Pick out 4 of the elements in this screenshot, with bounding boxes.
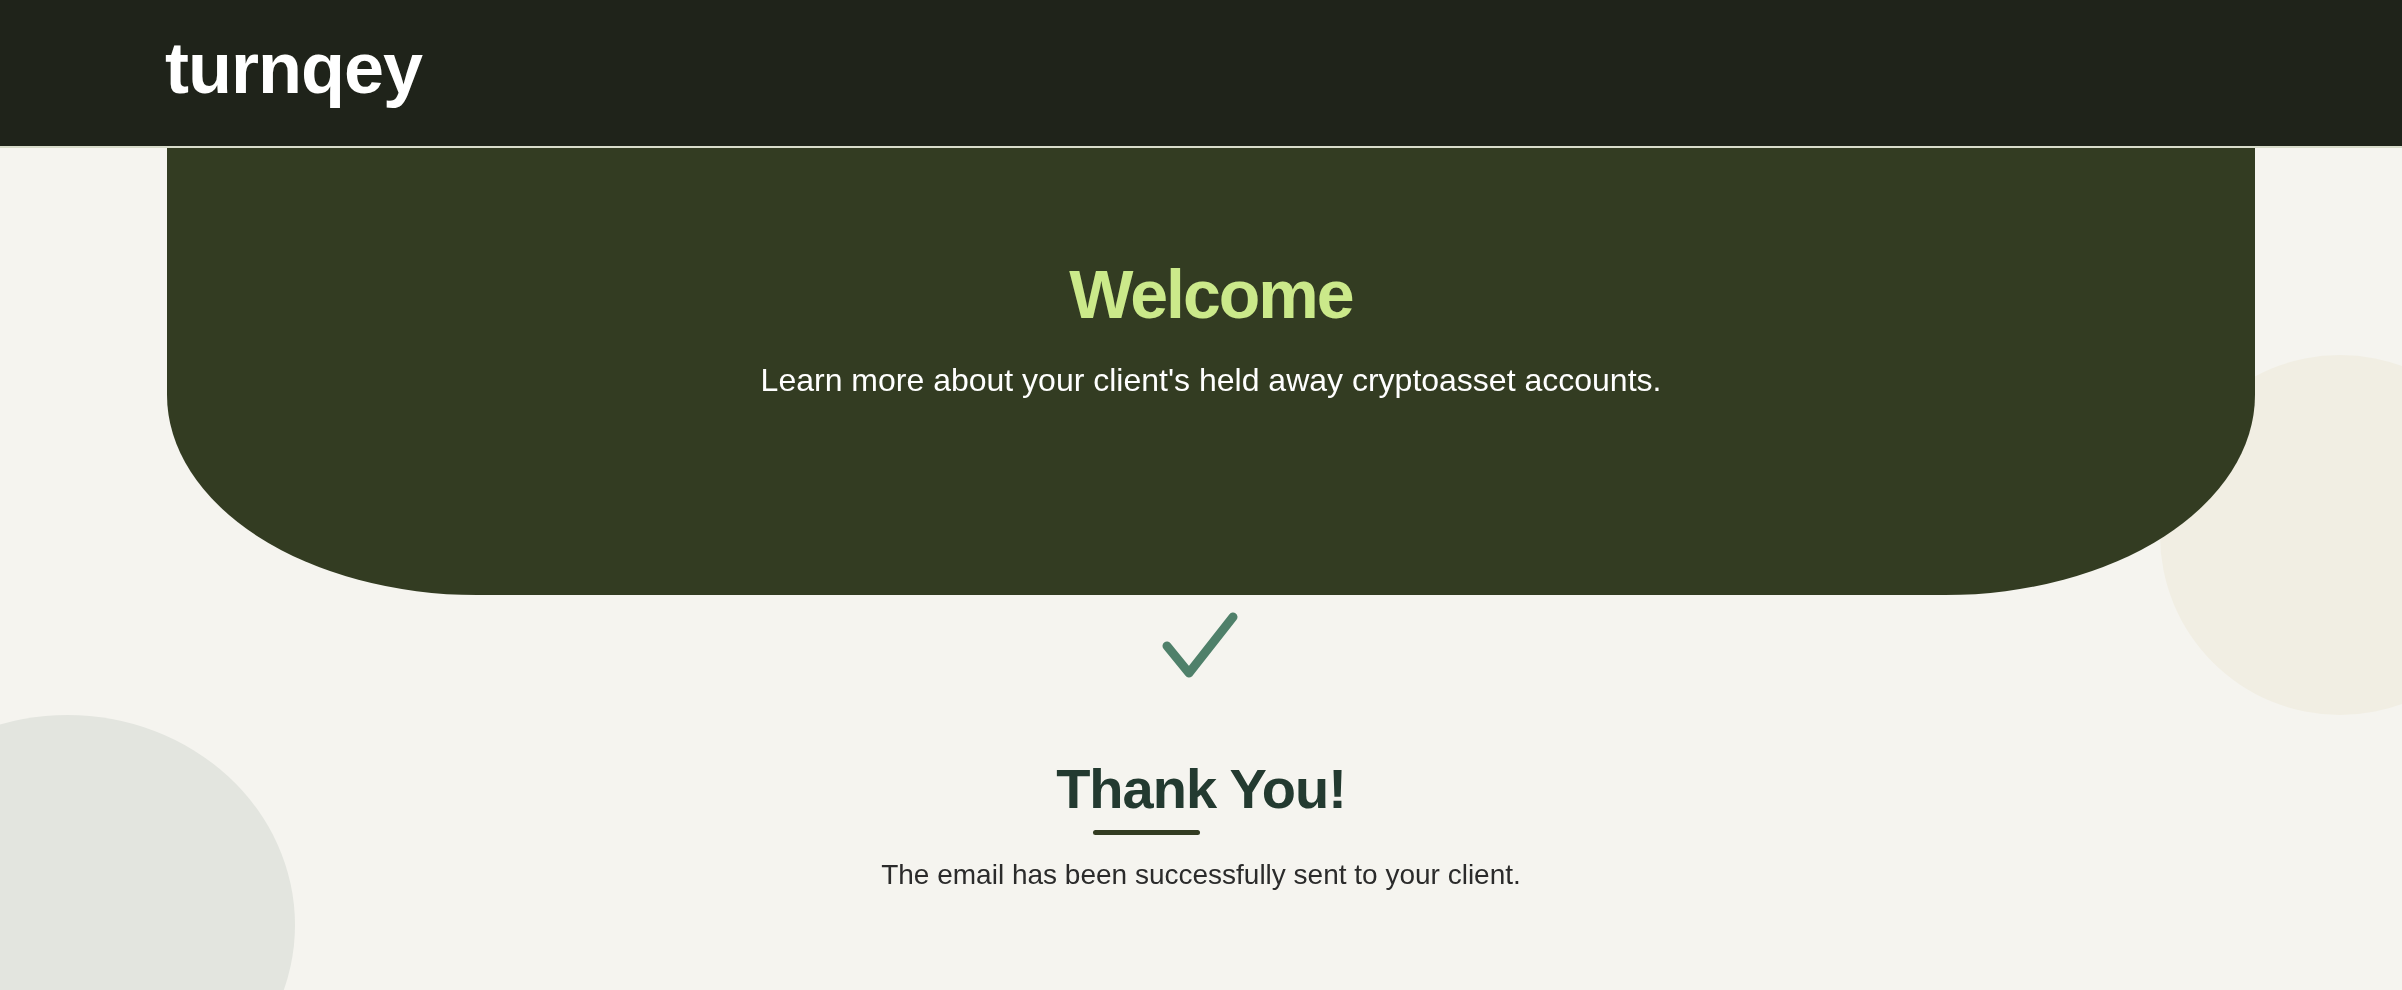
welcome-subtitle: Learn more about your client's held away cryptoasset accounts. <box>760 360 1662 400</box>
welcome-title: Welcome <box>1069 255 1353 334</box>
confirmation-message: The email has been successfully sent to your client. <box>881 859 1521 892</box>
thank-you-title: Thank You! <box>1056 756 1346 822</box>
